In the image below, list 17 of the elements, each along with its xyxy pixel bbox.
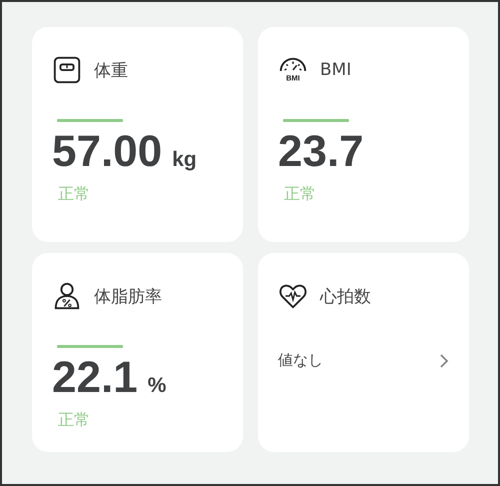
- metric-value: 23.7: [278, 130, 364, 174]
- card-title: 心拍数: [320, 286, 371, 308]
- chevron-right-icon[interactable]: [439, 352, 449, 368]
- metric-card[interactable]: 心拍数 値なし: [258, 253, 469, 452]
- person-percent-icon: [52, 281, 82, 311]
- card-title: BMI: [320, 60, 352, 80]
- metric-value: 57.00: [52, 130, 162, 174]
- status-label: 正常: [58, 184, 91, 205]
- card-title: 体脂肪率: [94, 286, 162, 308]
- status-label: 正常: [284, 184, 317, 205]
- unit-label: kg: [172, 148, 197, 172]
- unit-label: %: [148, 374, 166, 398]
- status-label: 正常: [58, 410, 91, 431]
- scale-icon: [52, 55, 82, 85]
- metric-value: 22.1: [52, 356, 138, 400]
- no-value-text: 値なし: [278, 351, 323, 370]
- card-title: 体重: [94, 60, 128, 82]
